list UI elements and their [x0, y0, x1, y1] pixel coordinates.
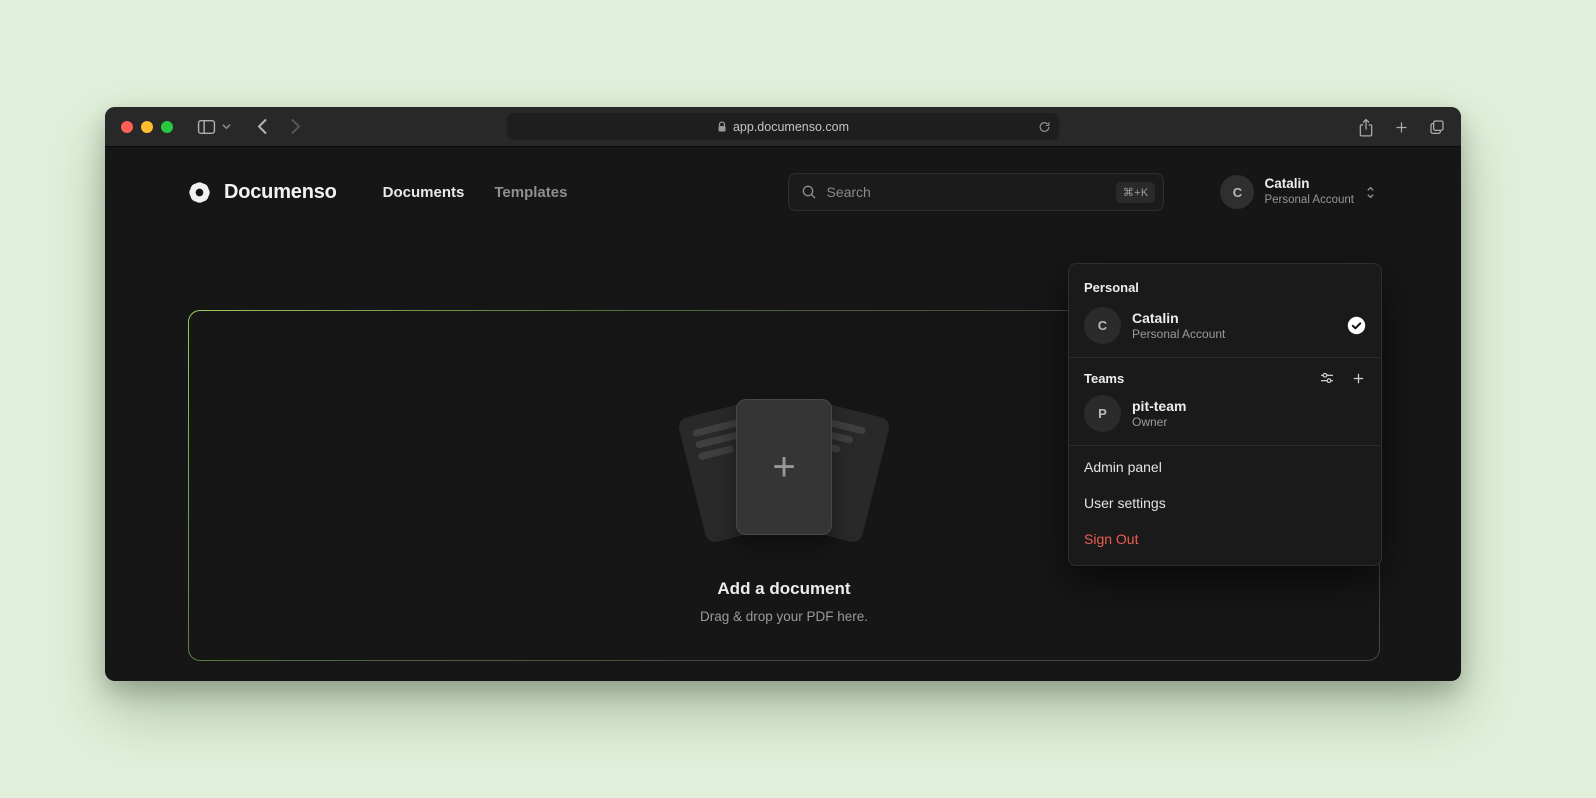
browser-window: app.documenso.com Documenso — [105, 107, 1461, 681]
menu-team-item[interactable]: P pit-team Owner — [1069, 389, 1381, 442]
sidebar-chevron-icon[interactable] — [222, 123, 231, 130]
add-team-icon[interactable] — [1351, 370, 1366, 386]
menu-divider — [1069, 357, 1381, 358]
document-card-center: + — [736, 399, 832, 535]
forward-button-icon[interactable] — [290, 118, 301, 135]
reload-icon[interactable] — [1038, 120, 1051, 133]
plus-icon: + — [772, 447, 795, 487]
menu-item-admin-panel[interactable]: Admin panel — [1069, 449, 1381, 485]
menu-divider — [1069, 445, 1381, 446]
search-icon — [801, 184, 817, 200]
personal-type: Personal Account — [1132, 327, 1225, 343]
team-settings-icon[interactable] — [1319, 370, 1335, 386]
lock-icon — [717, 121, 727, 133]
menu-personal-label: Personal — [1069, 270, 1381, 301]
menu-item-sign-out[interactable]: Sign Out — [1069, 521, 1381, 557]
dropzone-title: Add a document — [717, 579, 850, 599]
documents-illustration: + — [669, 395, 899, 547]
account-dropdown-menu: Personal C Catalin Personal Account Team… — [1068, 263, 1382, 566]
menu-item-user-settings[interactable]: User settings — [1069, 485, 1381, 521]
account-menu-button[interactable]: C Catalin Personal Account — [1220, 175, 1377, 209]
nav-documents[interactable]: Documents — [383, 184, 465, 201]
tab-overview-icon[interactable] — [1429, 119, 1445, 135]
team-role: Owner — [1132, 415, 1186, 431]
dropzone-subtitle: Drag & drop your PDF here. — [700, 609, 868, 624]
search-shortcut-badge: ⌘+K — [1116, 182, 1156, 203]
traffic-lights — [121, 121, 173, 133]
share-icon[interactable] — [1358, 118, 1374, 137]
account-name: Catalin — [1264, 176, 1354, 193]
back-button-icon[interactable] — [257, 118, 268, 135]
personal-avatar: C — [1084, 307, 1121, 344]
minimize-window-button[interactable] — [141, 121, 153, 133]
chevron-up-down-icon — [1364, 185, 1377, 200]
account-avatar: C — [1220, 175, 1254, 209]
browser-chrome: app.documenso.com — [105, 107, 1461, 147]
app-content: Documenso Documents Templates ⌘+K C Cata… — [105, 147, 1461, 680]
brand[interactable]: Documenso — [186, 179, 337, 206]
documenso-logo-icon — [186, 179, 213, 206]
zoom-window-button[interactable] — [161, 121, 173, 133]
chrome-right-actions — [1358, 107, 1445, 147]
nav-templates[interactable]: Templates — [494, 184, 567, 201]
menu-teams-label: Teams — [1084, 371, 1124, 386]
app-header: Documenso Documents Templates ⌘+K C Cata… — [186, 165, 1377, 219]
url-text: app.documenso.com — [733, 120, 849, 134]
sidebar-toggle-icon[interactable] — [197, 119, 216, 135]
team-avatar: P — [1084, 395, 1121, 432]
menu-teams-header: Teams — [1069, 361, 1381, 389]
team-name: pit-team — [1132, 397, 1186, 415]
search-input[interactable] — [826, 184, 1106, 200]
search-box[interactable]: ⌘+K — [788, 173, 1164, 211]
address-bar[interactable]: app.documenso.com — [507, 113, 1059, 140]
teams-actions — [1319, 370, 1366, 386]
selected-check-icon — [1347, 316, 1366, 335]
personal-name: Catalin — [1132, 309, 1225, 327]
close-window-button[interactable] — [121, 121, 133, 133]
menu-personal-account-item[interactable]: C Catalin Personal Account — [1069, 301, 1381, 354]
account-type: Personal Account — [1264, 193, 1354, 207]
new-tab-icon[interactable] — [1394, 120, 1409, 135]
brand-name: Documenso — [224, 181, 337, 204]
main-nav: Documents Templates — [383, 184, 568, 201]
